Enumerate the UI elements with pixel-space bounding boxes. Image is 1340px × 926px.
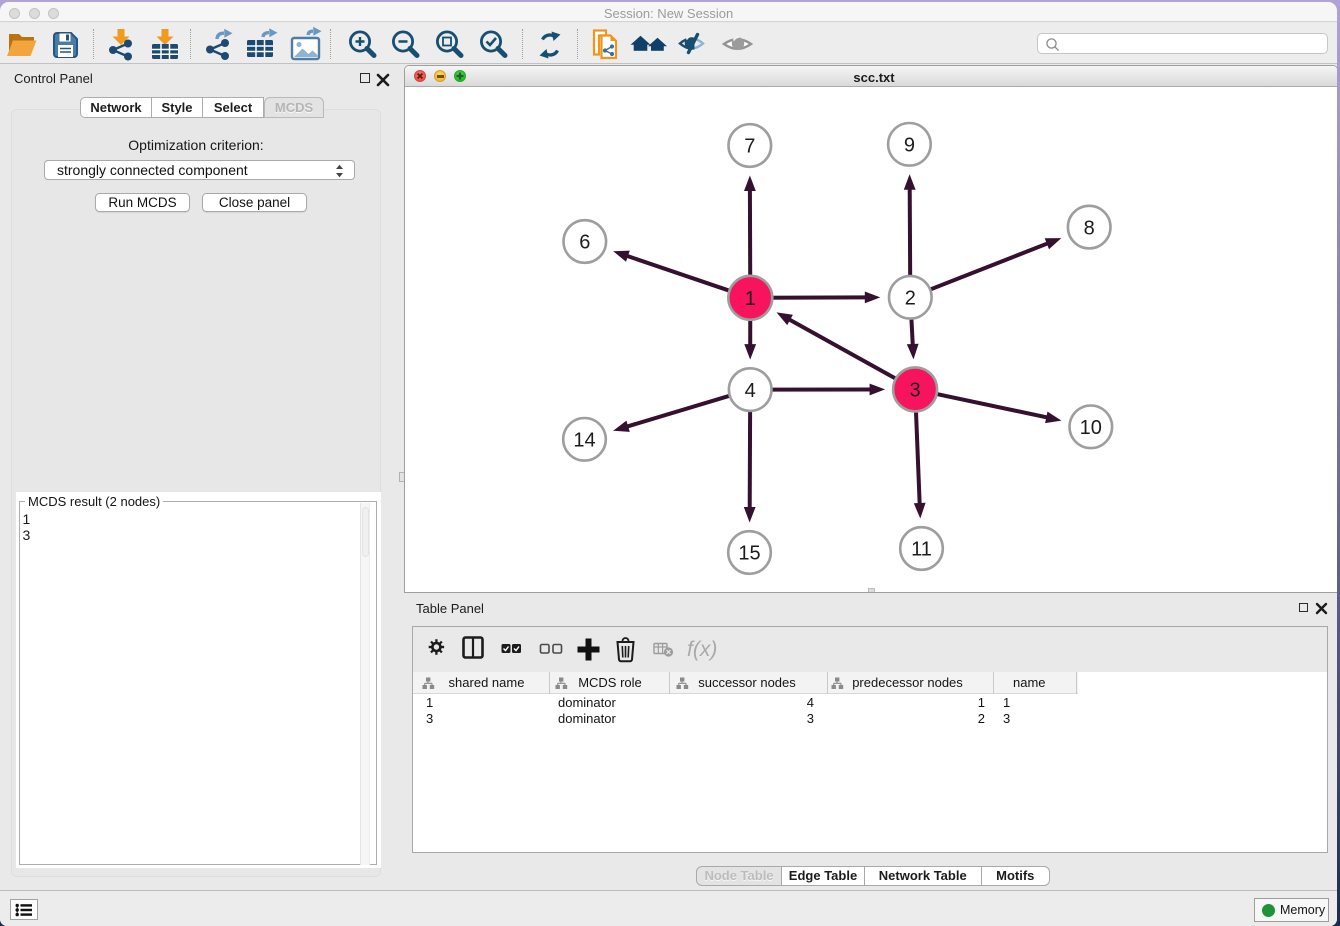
svg-text:4: 4 bbox=[745, 380, 756, 402]
svg-text:1: 1 bbox=[745, 288, 756, 310]
svg-text:2: 2 bbox=[905, 288, 916, 310]
svg-text:11: 11 bbox=[911, 539, 932, 561]
svg-text:15: 15 bbox=[738, 543, 760, 565]
svg-text:10: 10 bbox=[1080, 417, 1102, 439]
svg-text:f(x): f(x) bbox=[687, 638, 717, 661]
svg-text:8: 8 bbox=[1084, 217, 1095, 239]
svg-text:7: 7 bbox=[744, 136, 755, 158]
svg-text:9: 9 bbox=[904, 135, 915, 157]
svg-text:14: 14 bbox=[573, 430, 595, 452]
svg-text:3: 3 bbox=[910, 380, 921, 402]
svg-text:6: 6 bbox=[579, 232, 590, 254]
